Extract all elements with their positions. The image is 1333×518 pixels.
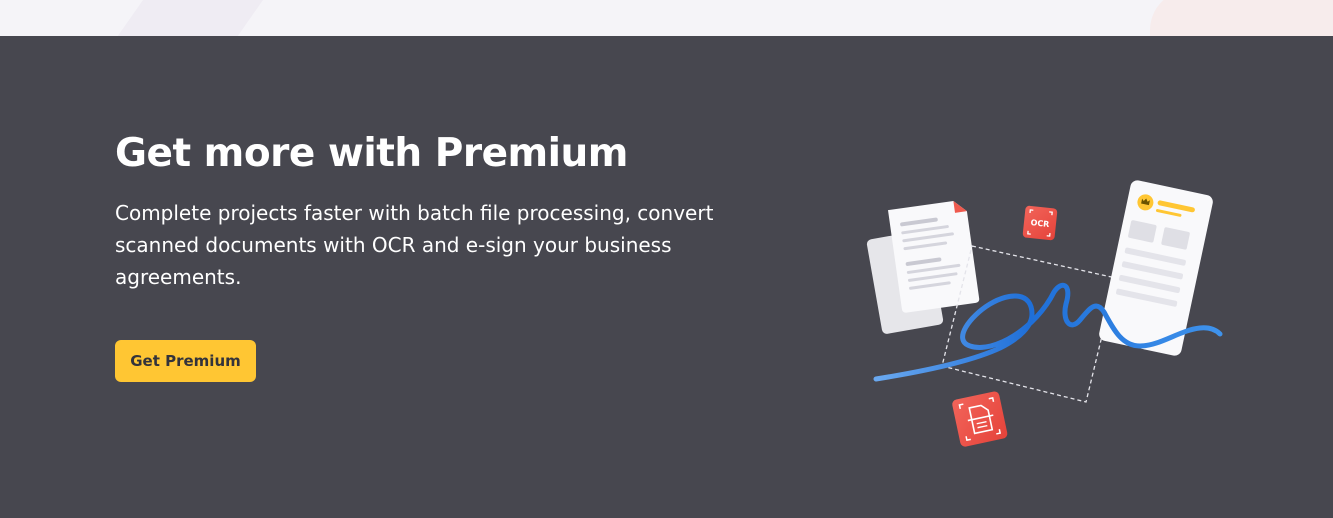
promo-description: Complete projects faster with batch file… [115, 201, 714, 289]
document-front [887, 200, 980, 313]
premium-illustration: OCR [866, 180, 1223, 447]
ocr-icon: OCR [1022, 205, 1058, 241]
get-premium-button[interactable]: Get Premium [115, 340, 256, 382]
background-shape [114, 0, 306, 36]
background-shape [1150, 0, 1333, 36]
scan-document-icon [952, 391, 1008, 447]
top-page-area [0, 0, 1333, 36]
promo-title: Get more with Premium [115, 131, 628, 176]
